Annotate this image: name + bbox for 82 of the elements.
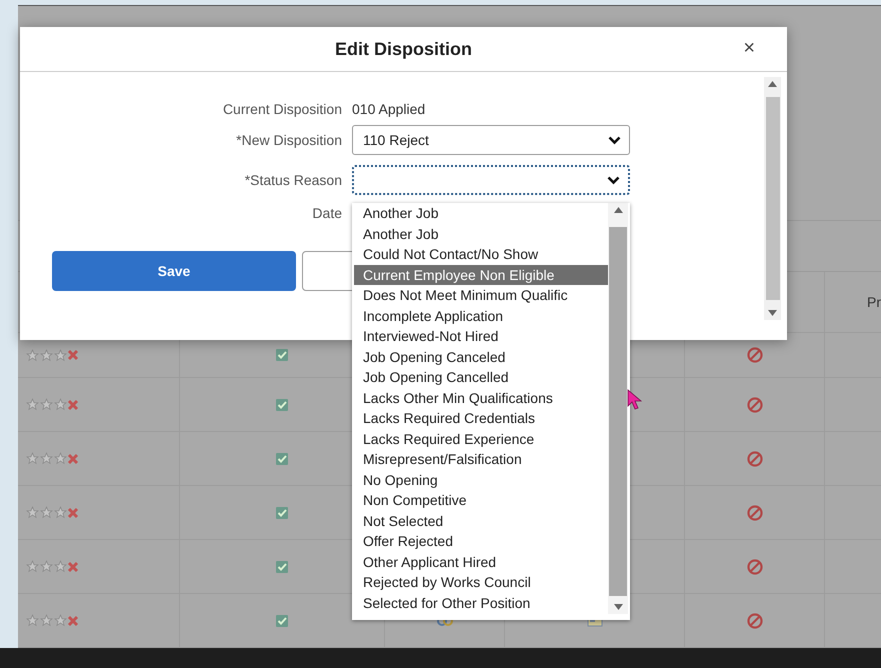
star-icon (54, 348, 67, 362)
star-icon (40, 348, 53, 362)
star-rating[interactable] (26, 614, 67, 627)
select-field[interactable]: 110 Reject (352, 125, 630, 155)
star-icon (40, 398, 53, 411)
star-icon (40, 614, 53, 627)
star-rating[interactable] (26, 348, 67, 362)
star-rating[interactable] (26, 506, 67, 519)
scroll-up-icon[interactable] (768, 81, 777, 87)
star-icon (26, 398, 39, 411)
checked-document-icon[interactable] (275, 506, 289, 520)
star-icon (54, 398, 67, 411)
checked-document-icon[interactable] (275, 452, 289, 466)
dropdown-option[interactable]: Lacks Other Min Qualifications (354, 388, 608, 408)
dropdown-option[interactable]: Could Not Contact/No Show (354, 244, 608, 264)
star-icon (40, 452, 53, 465)
prohibited-icon[interactable] (746, 450, 762, 466)
dropdown-option[interactable]: Another Job (354, 224, 608, 244)
dropdown-option[interactable]: Not Selected (354, 510, 608, 531)
dropdown-option[interactable]: Other Applicant Hired (354, 552, 608, 572)
dropdown-option[interactable]: Job Opening Canceled (354, 346, 608, 367)
cross-icon[interactable] (67, 506, 79, 518)
star-icon (40, 560, 53, 573)
cross-icon[interactable] (67, 349, 79, 361)
star-rating[interactable] (26, 560, 67, 573)
cross-icon[interactable] (67, 398, 79, 410)
cross-icon[interactable] (67, 452, 79, 464)
star-icon (26, 506, 39, 519)
scroll-down-icon[interactable] (768, 310, 777, 316)
dropdown-option[interactable]: Rejected by Works Council (354, 572, 608, 592)
select-field[interactable] (352, 165, 630, 195)
star-icon (26, 560, 39, 573)
dropdown-option[interactable]: Current Employee Non Eligible (354, 264, 608, 285)
column-header: Pr (867, 294, 881, 310)
star-icon (54, 614, 67, 627)
save-button[interactable]: Save (52, 251, 296, 291)
dropdown-option[interactable]: Lacks Required Credentials (354, 408, 608, 428)
scroll-down-icon[interactable] (614, 604, 622, 610)
dropdown-option[interactable]: Incomplete Application (354, 306, 608, 326)
dropdown-option[interactable]: Another Job (354, 203, 608, 224)
star-icon (54, 506, 67, 519)
dialog-title: Edit Disposition (335, 38, 472, 60)
prohibited-icon[interactable] (746, 612, 762, 628)
dropdown-option[interactable]: No Opening (354, 470, 608, 490)
checked-document-icon[interactable] (275, 614, 289, 628)
cross-icon[interactable] (67, 614, 79, 626)
chevron-icon (607, 176, 620, 184)
dropdown-option[interactable]: Lacks Required Experience (354, 428, 608, 449)
star-icon (54, 560, 67, 573)
field-label: Date (312, 205, 342, 221)
prohibited-icon[interactable] (746, 347, 762, 363)
dropdown-option[interactable]: Misrepresent/Falsification (354, 449, 608, 470)
cross-icon[interactable] (67, 560, 79, 572)
star-icon (26, 614, 39, 627)
prohibited-icon[interactable] (746, 504, 762, 520)
dropdown-option[interactable]: Interviewed-Not Hired (354, 326, 608, 346)
dropdown-option[interactable]: Non Competitive (354, 490, 608, 510)
chevron-icon (608, 136, 621, 144)
star-rating[interactable] (26, 452, 67, 465)
star-icon (54, 452, 67, 465)
dropdown-option[interactable]: Selected for Other Position (354, 592, 608, 613)
dropdown-option[interactable]: Job Opening Cancelled (354, 367, 608, 388)
dropdown-option[interactable]: Does Not Meet Minimum Qualific (354, 285, 608, 306)
prohibited-icon[interactable] (746, 558, 762, 574)
star-icon (26, 452, 39, 465)
scroll-up-icon[interactable] (614, 207, 622, 213)
scrollbar[interactable] (764, 77, 781, 320)
star-icon (40, 506, 53, 519)
checked-document-icon[interactable] (275, 348, 289, 362)
close-button[interactable]: × (739, 37, 759, 60)
field-value: 010 Applied (352, 101, 426, 117)
field-label: *New Disposition (236, 132, 342, 148)
field-label: *Status Reason (244, 172, 342, 188)
dropdown-option[interactable]: Offer Rejected (354, 531, 608, 552)
star-icon (26, 348, 39, 362)
checked-document-icon[interactable] (275, 398, 289, 412)
prohibited-icon[interactable] (746, 396, 762, 412)
cursor-icon (627, 389, 643, 411)
checked-document-icon[interactable] (275, 560, 289, 574)
star-rating[interactable] (26, 398, 67, 411)
scrollbar[interactable] (608, 203, 628, 614)
field-label: Current Disposition (222, 101, 342, 117)
